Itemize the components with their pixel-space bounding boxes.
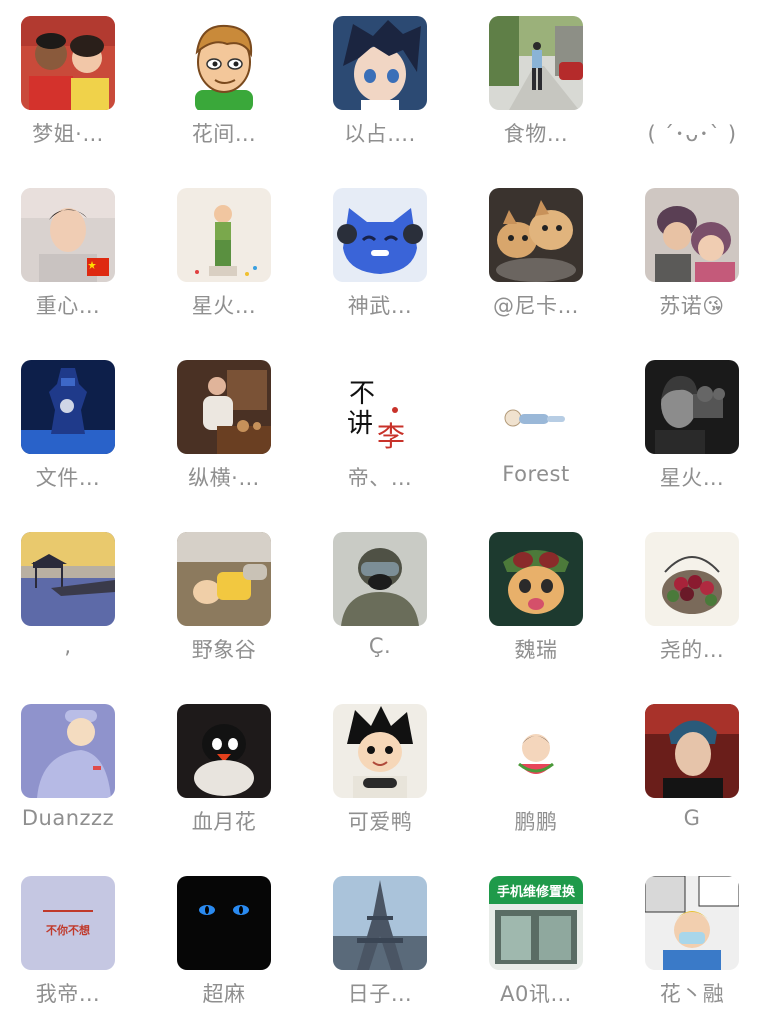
contact-name: A0讯… <box>500 982 572 1006</box>
contact-name: 星火… <box>659 466 725 490</box>
kittens-photo-icon[interactable] <box>489 188 583 282</box>
contact-item[interactable]: 重心… <box>0 172 156 344</box>
contact-item[interactable]: 梦姐·… <box>0 0 156 172</box>
text-banner-avatar-icon[interactable]: 不你不想 <box>21 876 115 970</box>
comic-boy-collage-icon[interactable] <box>645 876 739 970</box>
contact-item[interactable]: 以占…. <box>312 0 468 172</box>
masked-ski-person-icon[interactable] <box>333 532 427 626</box>
contact-name: 以占…. <box>344 122 416 146</box>
contact-name: 神武… <box>347 294 413 318</box>
contact-item[interactable]: 食物… <box>468 0 624 172</box>
contact-item[interactable]: 魏瑞 <box>468 516 624 688</box>
contact-name: 梦姐·… <box>32 122 104 146</box>
contact-name: 花丶融 <box>659 982 725 1006</box>
contact-name: 魏瑞 <box>514 638 558 662</box>
contact-item[interactable]: 日子… <box>312 860 468 1032</box>
contact-item[interactable]: 鹏鹏 <box>468 688 624 860</box>
contact-name: 尧的… <box>659 638 725 662</box>
contact-name: Forest <box>502 462 570 486</box>
contact-name: @尼卡… <box>493 294 579 318</box>
contact-name: 星火… <box>191 294 257 318</box>
blue-robot-figure-icon[interactable] <box>21 360 115 454</box>
contact-item[interactable]: 星火… <box>156 172 312 344</box>
contact-item[interactable]: 不 讲 李 帝、… <box>312 344 468 516</box>
sunset-pier-photo-icon[interactable] <box>21 532 115 626</box>
cartoon-boy-avatar-icon[interactable] <box>177 16 271 110</box>
eiffel-tower-photo-icon[interactable] <box>333 876 427 970</box>
contact-name: 超麻 <box>202 982 246 1006</box>
sleeping-baby-sketch-icon[interactable] <box>489 360 583 454</box>
sleeping-child-photo-icon[interactable] <box>177 532 271 626</box>
contact-item[interactable]: 花间… <box>156 0 312 172</box>
contact-item[interactable]: 苏诺😘 <box>624 172 762 344</box>
contact-item[interactable]: @尼卡… <box>468 172 624 344</box>
contact-name: G <box>683 806 701 830</box>
contact-item[interactable]: 神武… <box>312 172 468 344</box>
contact-name: 我帝… <box>35 982 101 1006</box>
contact-item[interactable]: 花丶融 <box>624 860 762 1032</box>
contact-item[interactable]: G <box>624 688 762 860</box>
anime-boy-gaming-icon[interactable] <box>333 704 427 798</box>
couple-selfie-photo-icon[interactable] <box>21 16 115 110</box>
contact-item[interactable]: Forest <box>468 344 624 516</box>
young-man-portrait-icon[interactable] <box>645 704 739 798</box>
anime-boy-avatar-icon[interactable] <box>333 16 427 110</box>
contact-name: Duanzzz <box>21 806 115 830</box>
teemo-game-character-icon[interactable] <box>489 532 583 626</box>
contact-name: 文件… <box>35 466 101 490</box>
contact-name: 血月花 <box>191 810 257 834</box>
contact-item[interactable]: 纵横·… <box>156 344 312 516</box>
contact-name: ( ´･ᴗ･` ) <box>647 122 737 146</box>
man-with-camera-bw-icon[interactable] <box>645 360 739 454</box>
penguin-plush-icon[interactable] <box>177 704 271 798</box>
contact-item[interactable]: ( ´･ᴗ･` ) <box>624 0 762 172</box>
contact-item[interactable]: 野象谷 <box>156 516 312 688</box>
man-making-tea-photo-icon[interactable] <box>177 360 271 454</box>
cartoon-character-purple-icon[interactable] <box>21 704 115 798</box>
contact-grid: 梦姐·… 花间… 以占…. 食物… (´･ᴗ･`) 重心… 星火… 神武… … <box>0 0 762 1024</box>
boy-selfie-with-flag-icon[interactable] <box>21 188 115 282</box>
contact-name: 可爱鸭 <box>347 810 413 834</box>
couple-hug-photo-icon[interactable] <box>645 188 739 282</box>
contact-name: 重心… <box>35 294 101 318</box>
contact-item[interactable]: 血月花 <box>156 688 312 860</box>
contact-item[interactable]: Ç. <box>312 516 468 688</box>
contact-name: 鹏鹏 <box>514 810 558 834</box>
contact-name: 食物… <box>503 122 569 146</box>
contact-name: Ç. <box>368 634 392 658</box>
calligraphy-logo-icon[interactable]: 不 讲 李 <box>333 360 427 454</box>
svg-text:不你不想: 不你不想 <box>46 923 90 937</box>
blue-cartoon-creature-icon[interactable] <box>333 188 427 282</box>
contact-name: 苏诺😘 <box>659 294 725 318</box>
baby-eating-watermelon-icon[interactable] <box>489 704 583 798</box>
svg-text:手机维修置换: 手机维修置换 <box>497 884 576 900</box>
contact-item[interactable]: 文件… <box>0 344 156 516</box>
phone-repair-storefront-icon[interactable]: 手机维修置换 <box>489 876 583 970</box>
contact-item[interactable]: 星火… <box>624 344 762 516</box>
contact-item[interactable]: , <box>0 516 156 688</box>
empty-avatar-icon[interactable] <box>645 16 739 110</box>
contact-name: 日子… <box>347 982 413 1006</box>
contact-name: 帝、… <box>347 466 413 490</box>
toddler-standing-photo-icon[interactable] <box>177 188 271 282</box>
svg-text:李: 李 <box>377 420 405 453</box>
contact-name: , <box>64 634 72 658</box>
svg-text:讲: 讲 <box>347 409 373 439</box>
contact-item[interactable]: 可爱鸭 <box>312 688 468 860</box>
contact-name: 野象谷 <box>191 638 257 662</box>
black-cat-blue-eyes-icon[interactable] <box>177 876 271 970</box>
contact-item[interactable]: 手机维修置换 A0讯… <box>468 860 624 1032</box>
contact-item[interactable]: 尧的… <box>624 516 762 688</box>
contact-item[interactable]: 超麻 <box>156 860 312 1032</box>
contact-item[interactable]: Duanzzz <box>0 688 156 860</box>
street-walking-photo-icon[interactable] <box>489 16 583 110</box>
contact-name: 纵横·… <box>188 466 260 490</box>
grape-basket-painting-icon[interactable] <box>645 532 739 626</box>
contact-name: 花间… <box>191 122 257 146</box>
svg-text:不: 不 <box>349 379 375 409</box>
contact-item[interactable]: 不你不想 我帝… <box>0 860 156 1032</box>
